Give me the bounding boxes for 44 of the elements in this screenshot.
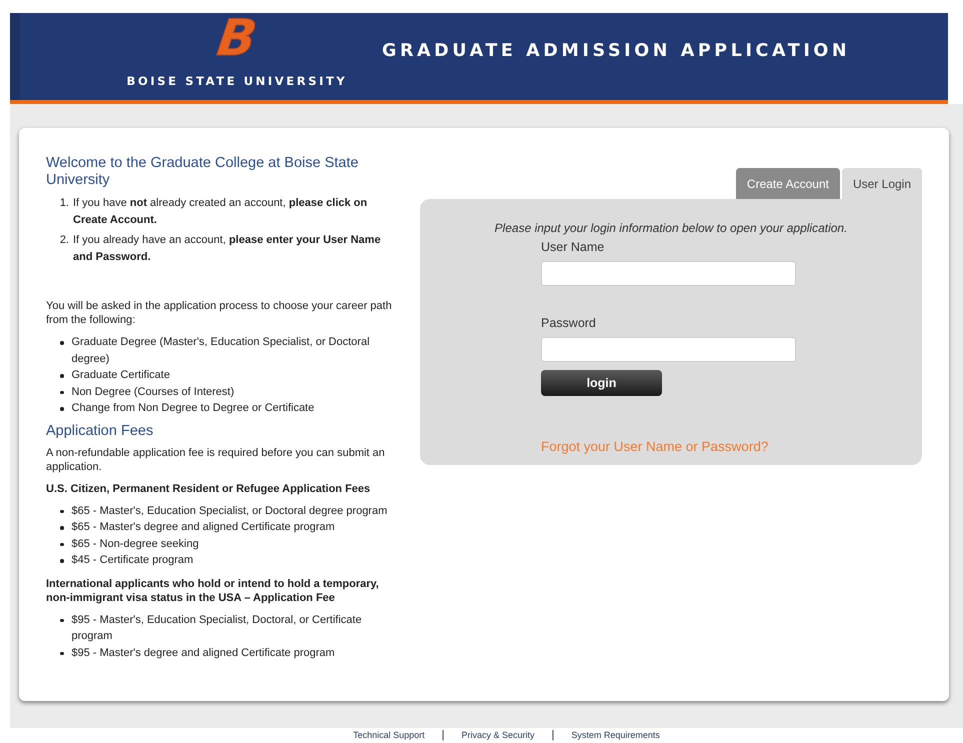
- footer-link[interactable]: System Requirements: [571, 730, 660, 740]
- login-instruction: Please input your login information below to open your application.: [494, 221, 848, 235]
- footer-link[interactable]: Privacy & Security: [461, 730, 535, 740]
- welcome-heading: Welcome to the Graduate College at Boise State University: [46, 155, 360, 189]
- career-path-item: Graduate Certificate: [72, 368, 170, 383]
- fee-item: $65 - Non-degree seeking: [72, 536, 199, 552]
- fee-item: $45 - Certificate program: [72, 553, 194, 568]
- bullet-icon: [60, 542, 64, 546]
- page-title: GRADUATE ADMISSION APPLICATION: [382, 41, 850, 63]
- career-path-item: Change from Non Degree to Degree or Certificate: [72, 401, 314, 416]
- bullet-icon: [60, 407, 64, 410]
- instruction-text: If you already have an account, please enter your User Name and Password.: [73, 233, 382, 265]
- career-intro-text: You will be asked in the application process to choose your career path from the following:: [46, 299, 393, 327]
- bullet-icon: [60, 618, 64, 622]
- list-number: 2.: [58, 233, 70, 248]
- link-separator: |: [552, 729, 554, 741]
- login-button[interactable]: login: [541, 370, 662, 396]
- field-label: User Name: [541, 240, 606, 254]
- fee-item: $65 - Master's degree and aligned Certificate program: [72, 520, 335, 535]
- username-field[interactable]: [541, 261, 796, 286]
- fee-item: $95 - Master's, Education Specialist, Doctoral, or Certificate program: [72, 612, 363, 644]
- fees-heading: Application Fees: [46, 422, 154, 440]
- fee-item: $65 - Master's, Education Specialist, or Doctoral degree program: [72, 504, 388, 518]
- link-separator: |: [442, 729, 444, 741]
- bullet-icon: [60, 526, 64, 530]
- field-label: Password: [541, 316, 597, 330]
- password-field[interactable]: [541, 337, 796, 362]
- bullet-icon: [60, 374, 64, 378]
- career-path-item: Graduate Degree (Master's, Education Specialist, or Doctoral degree): [72, 335, 371, 366]
- fee-item: $95 - Master's degree and aligned Certificate program: [72, 646, 335, 660]
- university-name: BOISE STATE UNIVERSITY: [126, 74, 348, 88]
- bullet-icon: [60, 390, 64, 394]
- bullet-icon: [60, 559, 64, 562]
- bullet-icon: [60, 341, 64, 344]
- fee-group-title: International applicants who hold or intend to hold a temporary, non-immigrant visa status in the USA – Application Fee: [46, 576, 380, 604]
- fee-group-title: U.S. Citizen, Permanent Resident or Refugee Application Fees: [46, 482, 372, 496]
- instruction-text: If you have not already created an account, please click on Create Account.: [73, 196, 368, 228]
- career-path-item: Non Degree (Courses of Interest): [72, 384, 234, 400]
- footer-link[interactable]: Technical Support: [353, 730, 425, 740]
- list-number: 1.: [58, 196, 70, 211]
- tab[interactable]: User Login: [842, 168, 922, 199]
- fees-intro-text: A non-refundable application fee is required before you can submit an application.: [46, 446, 386, 474]
- bullet-icon: [60, 652, 64, 655]
- bullet-icon: [60, 510, 64, 513]
